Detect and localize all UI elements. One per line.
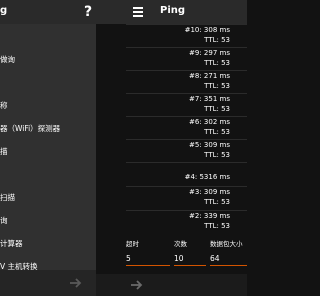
- drawer-title: g: [0, 5, 8, 16]
- hamburger-menu-icon[interactable]: [132, 5, 144, 17]
- packet-size-label: 数据包大小: [210, 240, 243, 248]
- ping-ttl: TTL: 53: [204, 82, 230, 90]
- list-item: #6: 302 ms TTL: 53: [126, 116, 247, 139]
- drawer-item-label: 描: [0, 147, 8, 156]
- drawer-footer: [0, 270, 96, 296]
- ping-time: #10: 308 ms: [184, 26, 230, 34]
- list-item: #2: 339 ms TTL: 53: [126, 210, 247, 233]
- packet-size-field[interactable]: 64: [210, 252, 247, 266]
- ping-ttl: TTL: 53: [204, 151, 230, 159]
- ping-time: #6: 302 ms: [189, 118, 230, 126]
- ping-ttl: TTL: 53: [204, 36, 230, 44]
- drawer-item-label: 器（WiFi）探测器: [0, 124, 61, 133]
- list-item: #9: 297 ms TTL: 53: [126, 47, 247, 70]
- timeout-label: 超时: [126, 240, 139, 248]
- ping-ttl: TTL: 53: [204, 222, 230, 230]
- ping-time: #5: 309 ms: [189, 141, 230, 149]
- help-button[interactable]: ?: [80, 0, 96, 24]
- drawer-item-label: 计算器: [0, 239, 23, 248]
- list-item: #8: 271 ms TTL: 53: [126, 70, 247, 93]
- arrow-right-icon[interactable]: [68, 275, 84, 291]
- drawer-item-label: 做询: [0, 55, 15, 64]
- list-item: #3: 309 ms TTL: 53: [126, 186, 247, 209]
- ping-time: #8: 271 ms: [189, 72, 230, 80]
- ping-ttl: TTL: 53: [204, 105, 230, 113]
- list-item: #5: 309 ms TTL: 53: [126, 139, 247, 162]
- count-label: 次数: [174, 240, 187, 248]
- ping-time: #3: 309 ms: [189, 188, 230, 196]
- count-value: 10: [174, 254, 184, 263]
- ping-time: #4: 5316 ms: [184, 173, 230, 181]
- ping-time: #7: 351 ms: [189, 95, 230, 103]
- ping-ttl: TTL: 53: [204, 198, 230, 206]
- navigation-drawer: g ? 做询 称 器（WiFi）探测器 描 扫描 询 计算器 V 主机转换: [0, 0, 96, 296]
- timeout-field[interactable]: 5: [126, 252, 170, 266]
- app-bar: Ping: [96, 0, 247, 24]
- count-field[interactable]: 10: [174, 252, 206, 266]
- drawer-header: g ?: [0, 0, 96, 24]
- drawer-item-label: 扫描: [0, 193, 15, 202]
- drawer-item-label: 称: [0, 101, 8, 110]
- ping-ttl: TTL: 53: [204, 59, 230, 67]
- list-item: #10: 308 ms TTL: 53: [126, 24, 247, 47]
- ping-time: #9: 297 ms: [189, 49, 230, 57]
- timeout-value: 5: [126, 254, 131, 263]
- arrow-right-icon[interactable]: [129, 277, 145, 293]
- ping-screen: Ping #10: 308 ms TTL: 53 #9: 297 ms TTL:…: [96, 0, 247, 296]
- ping-ttl: TTL: 53: [204, 128, 230, 136]
- packet-size-value: 64: [210, 254, 220, 263]
- drawer-item-label: 询: [0, 216, 8, 225]
- page-title: Ping: [160, 5, 186, 16]
- list-item: #7: 351 ms TTL: 53: [126, 93, 247, 116]
- ping-time: #2: 339 ms: [189, 212, 230, 220]
- ping-parameters: 超时 次数 数据包大小 5 10 64: [126, 236, 247, 274]
- bottom-bar: [96, 274, 247, 296]
